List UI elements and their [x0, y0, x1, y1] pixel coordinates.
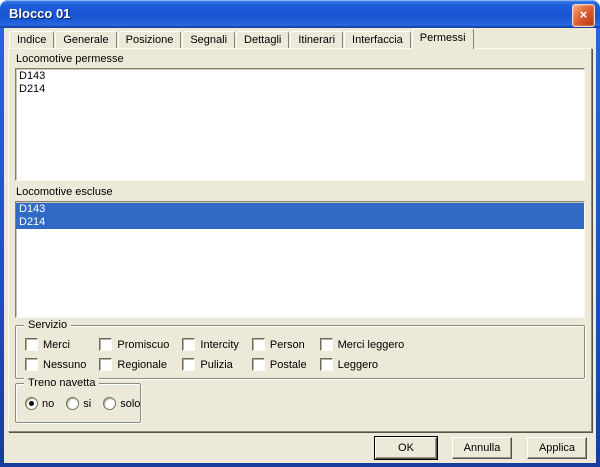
checkbox-icon[interactable]	[320, 358, 333, 371]
shuttle-train-group-label: Treno navetta	[24, 377, 99, 390]
checkbox-icon[interactable]	[252, 338, 265, 351]
list-item[interactable]: D143	[16, 203, 584, 216]
checkbox-leggero[interactable]: Leggero	[320, 358, 405, 371]
permitted-locomotives-list[interactable]: D143 D214	[15, 68, 585, 181]
close-button[interactable]: ×	[572, 4, 595, 27]
tab-permessi[interactable]: Permessi	[412, 28, 474, 49]
checkbox-icon[interactable]	[182, 358, 195, 371]
checkbox-label: Regionale	[117, 359, 167, 371]
checkbox-icon[interactable]	[320, 338, 333, 351]
apply-button[interactable]: Applica	[527, 437, 587, 459]
checkbox-icon[interactable]	[182, 338, 195, 351]
checkbox-label: Promiscuo	[117, 339, 169, 351]
tab-segnali[interactable]: Segnali	[182, 31, 235, 48]
tab-posizione[interactable]: Posizione	[118, 31, 182, 48]
checkbox-label: Leggero	[338, 359, 378, 371]
list-item[interactable]: D143	[16, 70, 584, 83]
dialog-client-area: Indice Generale Posizione Segnali Dettag…	[4, 28, 596, 463]
checkbox-label: Nessuno	[43, 359, 86, 371]
radio-si[interactable]: si	[66, 397, 91, 410]
checkbox-icon[interactable]	[252, 358, 265, 371]
dialog-button-row: OK Annulla Applica	[375, 437, 587, 459]
radio-icon[interactable]	[66, 397, 79, 410]
tab-generale[interactable]: Generale	[55, 31, 116, 48]
checkbox-icon[interactable]	[25, 358, 38, 371]
permitted-locomotives-label: Locomotive permesse	[16, 53, 124, 65]
checkbox-label: Person	[270, 339, 305, 351]
radio-icon[interactable]	[103, 397, 116, 410]
checkbox-label: Intercity	[200, 339, 239, 351]
radio-icon[interactable]	[25, 397, 38, 410]
excluded-locomotives-list[interactable]: D143 D214	[15, 201, 585, 318]
window-title: Blocco 01	[9, 6, 70, 21]
checkbox-label: Merci leggero	[338, 339, 405, 351]
checkbox-icon[interactable]	[25, 338, 38, 351]
radio-solo[interactable]: solo	[103, 397, 140, 410]
tab-dettagli[interactable]: Dettagli	[236, 31, 289, 48]
checkbox-nessuno[interactable]: Nessuno	[25, 358, 86, 371]
checkbox-pulizia[interactable]: Pulizia	[182, 358, 239, 371]
checkbox-label: Pulizia	[200, 359, 232, 371]
checkbox-label: Merci	[43, 339, 70, 351]
list-item[interactable]: D214	[16, 83, 584, 96]
checkbox-merci-leggero[interactable]: Merci leggero	[320, 338, 405, 351]
radio-label: no	[42, 398, 54, 410]
cancel-button[interactable]: Annulla	[452, 437, 512, 459]
checkbox-icon[interactable]	[99, 338, 112, 351]
permessi-tab-page: Locomotive permesse D143 D214 Locomotive…	[8, 48, 592, 432]
close-icon: ×	[580, 7, 588, 22]
checkbox-icon[interactable]	[99, 358, 112, 371]
service-group-label: Servizio	[24, 319, 71, 332]
checkbox-regionale[interactable]: Regionale	[99, 358, 169, 371]
checkbox-intercity[interactable]: Intercity	[182, 338, 239, 351]
radio-no[interactable]: no	[25, 397, 54, 410]
checkbox-person[interactable]: Person	[252, 338, 307, 351]
dialog-window: Blocco 01 × Indice Generale Posizione Se…	[0, 0, 600, 467]
shuttle-train-groupbox: Treno navetta no si solo	[15, 383, 141, 423]
checkbox-label: Postale	[270, 359, 307, 371]
service-options: Merci Promiscuo Intercity Person	[16, 326, 584, 371]
tab-indice[interactable]: Indice	[9, 31, 54, 48]
checkbox-postale[interactable]: Postale	[252, 358, 307, 371]
radio-label: solo	[120, 398, 140, 410]
tab-itinerari[interactable]: Itinerari	[290, 31, 343, 48]
service-groupbox: Servizio Merci Promiscuo Intercity	[15, 325, 585, 379]
tab-strip: Indice Generale Posizione Segnali Dettag…	[9, 31, 475, 48]
list-item[interactable]: D214	[16, 216, 584, 229]
ok-button[interactable]: OK	[375, 437, 437, 459]
checkbox-promiscuo[interactable]: Promiscuo	[99, 338, 169, 351]
excluded-locomotives-label: Locomotive escluse	[16, 186, 113, 198]
tab-interfaccia[interactable]: Interfaccia	[344, 31, 411, 48]
titlebar[interactable]: Blocco 01 ×	[0, 0, 600, 28]
radio-label: si	[83, 398, 91, 410]
checkbox-merci[interactable]: Merci	[25, 338, 86, 351]
